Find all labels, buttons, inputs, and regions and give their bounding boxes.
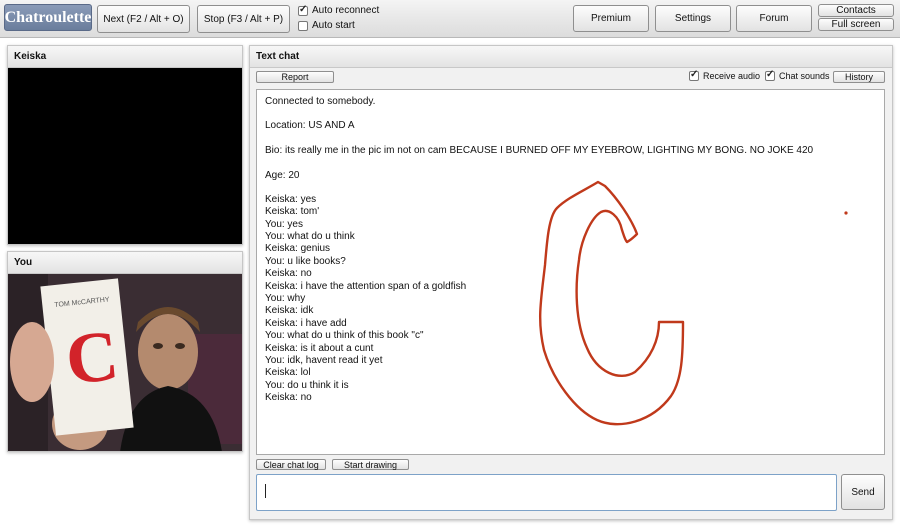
auto-start-checkbox[interactable]: Auto start xyxy=(298,20,355,31)
drawn-letter-c xyxy=(538,180,685,426)
chatroulette-logo: Chatroulette xyxy=(4,4,92,31)
history-button[interactable]: History xyxy=(833,71,885,83)
start-drawing-button[interactable]: Start drawing xyxy=(332,459,409,470)
auto-reconnect-label: Auto reconnect xyxy=(312,5,380,16)
chat-log[interactable]: Connected to somebody. Location: US AND … xyxy=(256,89,885,455)
receive-audio-check-icon[interactable] xyxy=(689,69,699,81)
send-button[interactable]: Send xyxy=(841,474,885,510)
clear-chat-log-button[interactable]: Clear chat log xyxy=(256,459,326,470)
chat-sounds-label: Chat sounds xyxy=(779,71,830,81)
settings-button[interactable]: Settings xyxy=(655,5,731,32)
text-caret xyxy=(265,484,266,498)
receive-audio-label: Receive audio xyxy=(703,71,761,81)
auto-start-check-icon[interactable] xyxy=(298,20,308,31)
stranger-video xyxy=(8,68,242,244)
forum-button[interactable]: Forum xyxy=(736,5,812,32)
own-video-panel: You TOM McCARTHY C xyxy=(7,251,243,452)
fullscreen-button[interactable]: Full screen xyxy=(818,18,894,31)
premium-button[interactable]: Premium xyxy=(573,5,649,32)
chat-sounds-check-icon[interactable] xyxy=(765,69,775,81)
auto-start-label: Auto start xyxy=(312,20,355,31)
receive-audio-checkbox[interactable]: Receive audio xyxy=(689,69,761,81)
next-button[interactable]: Next (F2 / Alt + O) xyxy=(97,5,190,33)
chat-message-input[interactable] xyxy=(256,474,837,511)
top-toolbar: Chatroulette Next (F2 / Alt + O) Stop (F… xyxy=(0,0,900,38)
webcam-scene: TOM McCARTHY C xyxy=(8,274,242,451)
contacts-button[interactable]: Contacts xyxy=(818,4,894,17)
own-video-title: You xyxy=(8,252,242,274)
chat-drawing xyxy=(538,180,848,426)
chat-sounds-checkbox[interactable]: Chat sounds xyxy=(765,69,830,81)
own-webcam-video: TOM McCARTHY C xyxy=(8,274,242,451)
stop-button[interactable]: Stop (F3 / Alt + P) xyxy=(197,5,290,33)
auto-reconnect-check-icon[interactable] xyxy=(298,4,308,16)
book-cover-letter: C xyxy=(62,315,122,400)
text-chat-title: Text chat xyxy=(250,46,892,68)
stranger-video-panel: Keiska xyxy=(7,45,243,245)
report-button[interactable]: Report xyxy=(256,71,334,83)
auto-reconnect-checkbox[interactable]: Auto reconnect xyxy=(298,4,380,16)
stranger-name: Keiska xyxy=(8,46,242,68)
drawn-dot xyxy=(844,211,848,215)
